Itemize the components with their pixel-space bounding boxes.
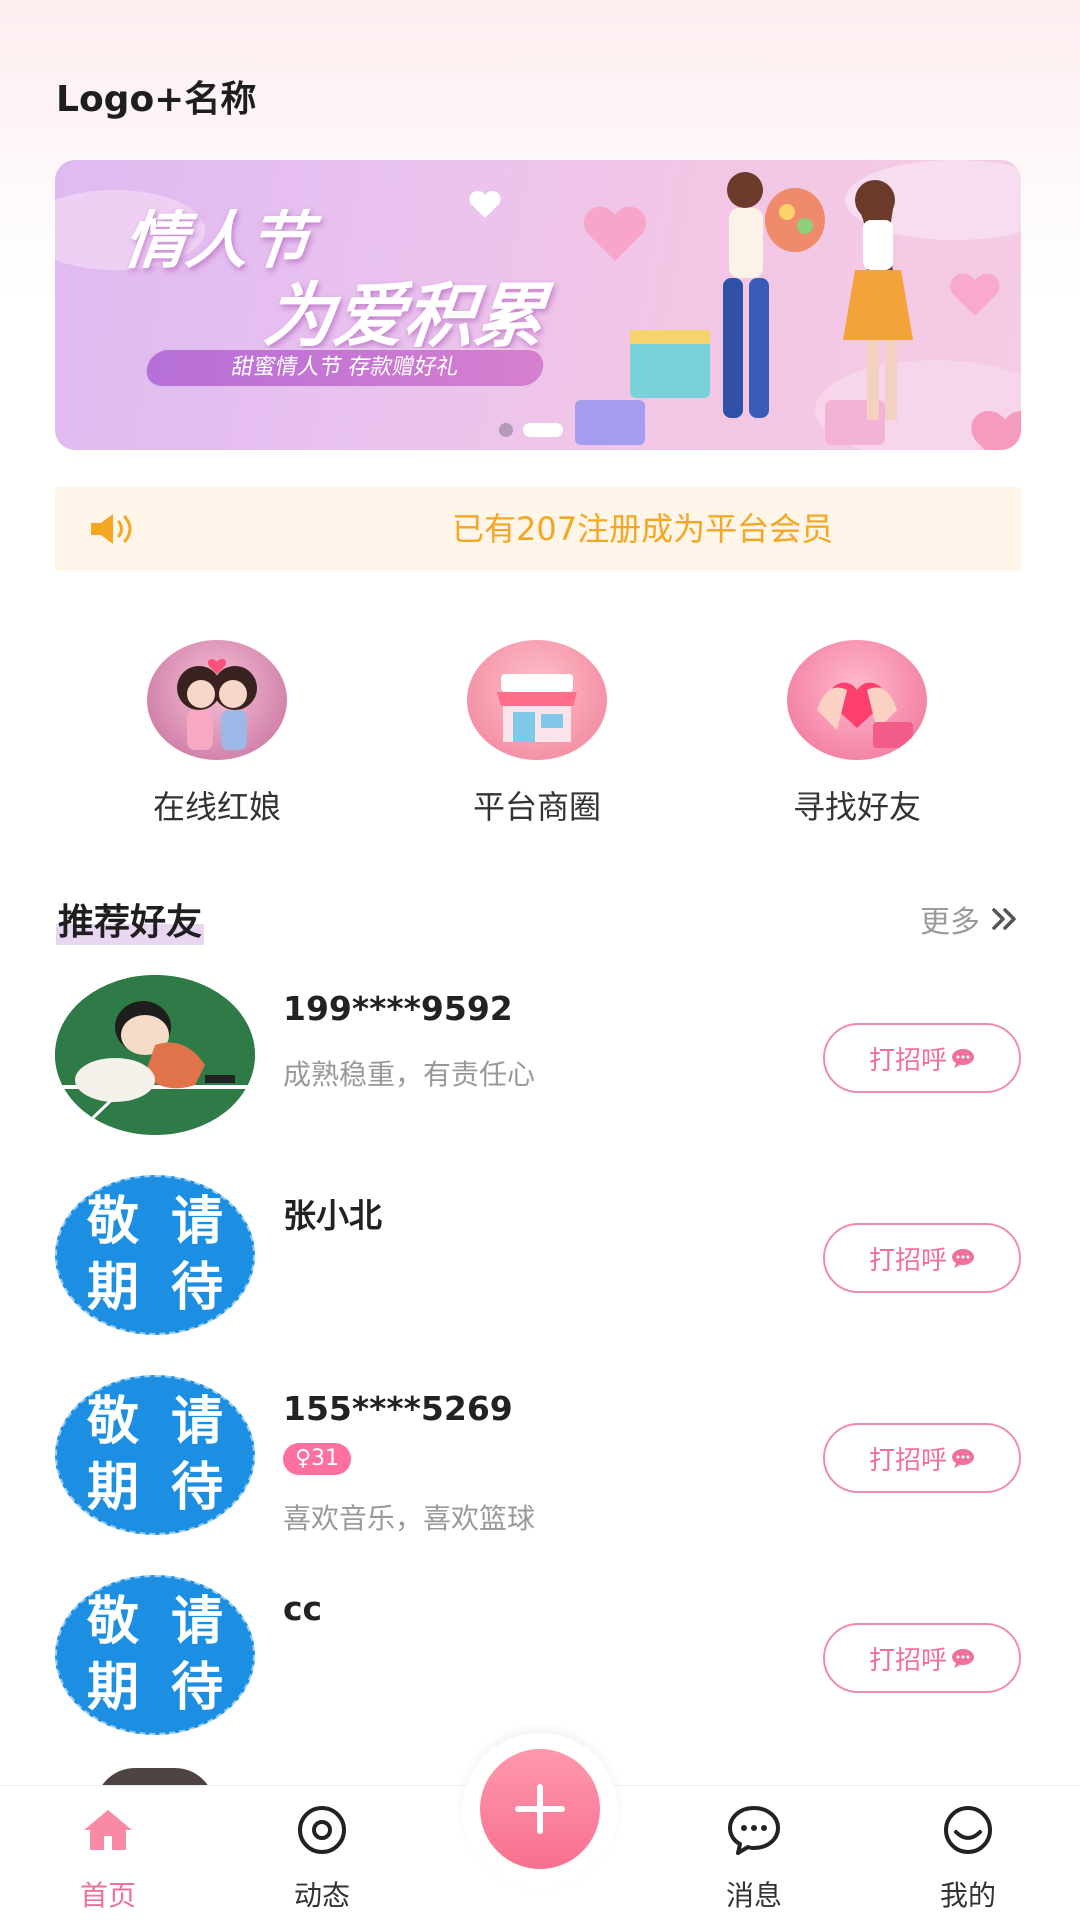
plus-icon (515, 1784, 565, 1834)
notice-bar[interactable]: 已有207注册成为平台会员 (55, 487, 1021, 571)
app-title: Logo+名称 (56, 79, 257, 120)
quick-link-matchmaker[interactable]: 在线红娘 (117, 640, 317, 828)
nav-item-messages[interactable]: 消息 (694, 1804, 814, 1914)
friend-row[interactable]: 敬 请 期 待 cc 打招呼 (55, 1575, 1021, 1745)
carousel-dot[interactable] (499, 423, 513, 437)
more-link[interactable]: 更多 (920, 897, 1020, 941)
nav-item-moments[interactable]: 动态 (262, 1804, 382, 1914)
friend-name: cc (283, 1589, 323, 1628)
chat-bubble-icon (952, 1249, 974, 1268)
heart-hands-image (787, 640, 927, 760)
matchmaker-couple-image (147, 640, 287, 760)
nav-label: 首页 (79, 1879, 136, 1912)
banner-subtitle: 甜蜜情人节 存款赠好礼 (141, 348, 549, 388)
smile-icon (944, 1806, 992, 1854)
greet-button[interactable]: 打招呼 (823, 1223, 1021, 1293)
banner-carousel[interactable]: 情人节 为爱积累 甜蜜情人节 存款赠好礼 (55, 160, 1021, 450)
friend-name: 155****5269 (283, 1389, 513, 1428)
quick-link-label: 平台商圈 (472, 788, 601, 826)
greet-button-label: 打招呼 (868, 1245, 947, 1276)
avatar[interactable] (55, 975, 255, 1135)
quick-link-label: 寻找好友 (792, 788, 921, 826)
nav-item-home[interactable]: 首页 (48, 1804, 168, 1914)
greet-button-label: 打招呼 (868, 1045, 947, 1076)
carousel-dot-active[interactable] (523, 423, 563, 437)
friend-bio: 成熟稳重，有责任心 (283, 1058, 536, 1091)
friend-name: 199****9592 (283, 989, 513, 1028)
message-icon (728, 1806, 780, 1855)
quick-link-label: 在线红娘 (152, 788, 281, 826)
friend-row[interactable]: 敬 请 期 待 155****5269 ♀31 喜欢音乐，喜欢篮球 打招呼 (55, 1375, 1021, 1545)
placeholder-char: 待 (170, 1458, 223, 1518)
double-chevron-right-icon (992, 908, 1016, 930)
home-icon (84, 1810, 132, 1850)
avatar-placeholder[interactable]: 敬 请 期 待 (55, 1575, 255, 1735)
gender-age-badge: ♀31 (283, 1443, 352, 1475)
nav-label: 动态 (293, 1879, 350, 1912)
publish-button[interactable] (480, 1749, 600, 1869)
friend-row[interactable]: 敬 请 期 待 张小北 打招呼 (55, 1175, 1021, 1345)
shop-storefront-image (467, 640, 607, 760)
nav-item-mine[interactable]: 我的 (908, 1804, 1028, 1914)
chat-bubble-icon (952, 1049, 974, 1068)
carousel-indicator[interactable] (499, 423, 563, 437)
greet-button-label: 打招呼 (868, 1645, 947, 1676)
greet-button[interactable]: 打招呼 (823, 1623, 1021, 1693)
target-icon (298, 1806, 346, 1854)
chat-bubble-icon (952, 1449, 974, 1468)
chat-bubble-icon (952, 1649, 974, 1668)
quick-link-find-friends[interactable]: 寻找好友 (757, 640, 957, 828)
speaker-icon (91, 514, 132, 544)
section-title-recommend: 推荐好友 (56, 893, 205, 945)
banner-headline-2: 为爱积累 (260, 274, 549, 357)
placeholder-char: 敬 (86, 1592, 139, 1652)
friend-row[interactable]: 199****9592 成熟稳重，有责任心 打招呼 (55, 975, 1021, 1145)
greet-button[interactable]: 打招呼 (823, 1423, 1021, 1493)
placeholder-char: 待 (170, 1258, 223, 1318)
cartoon-boy-photo (55, 975, 255, 1135)
placeholder-char: 期 (86, 1258, 139, 1318)
avatar-placeholder[interactable]: 敬 请 期 待 (55, 1375, 255, 1535)
greet-button-label: 打招呼 (868, 1445, 947, 1476)
friend-bio: 喜欢音乐，喜欢篮球 (283, 1502, 536, 1535)
placeholder-char: 敬 (86, 1192, 139, 1252)
notice-text: 已有207注册成为平台会员 (452, 510, 834, 548)
nav-label: 我的 (939, 1879, 996, 1912)
placeholder-char: 请 (170, 1392, 223, 1452)
friend-name: 张小北 (283, 1196, 382, 1235)
fab-container (462, 1733, 618, 1889)
more-label: 更多 (920, 905, 980, 940)
greet-button[interactable]: 打招呼 (823, 1023, 1021, 1093)
placeholder-char: 请 (170, 1192, 223, 1252)
placeholder-char: 期 (86, 1458, 139, 1518)
placeholder-char: 待 (170, 1658, 223, 1718)
nav-label: 消息 (725, 1879, 782, 1912)
placeholder-char: 期 (86, 1658, 139, 1718)
avatar-placeholder[interactable]: 敬 请 期 待 (55, 1175, 255, 1335)
placeholder-char: 请 (170, 1592, 223, 1652)
quick-link-mall[interactable]: 平台商圈 (437, 640, 637, 828)
placeholder-char: 敬 (86, 1392, 139, 1452)
